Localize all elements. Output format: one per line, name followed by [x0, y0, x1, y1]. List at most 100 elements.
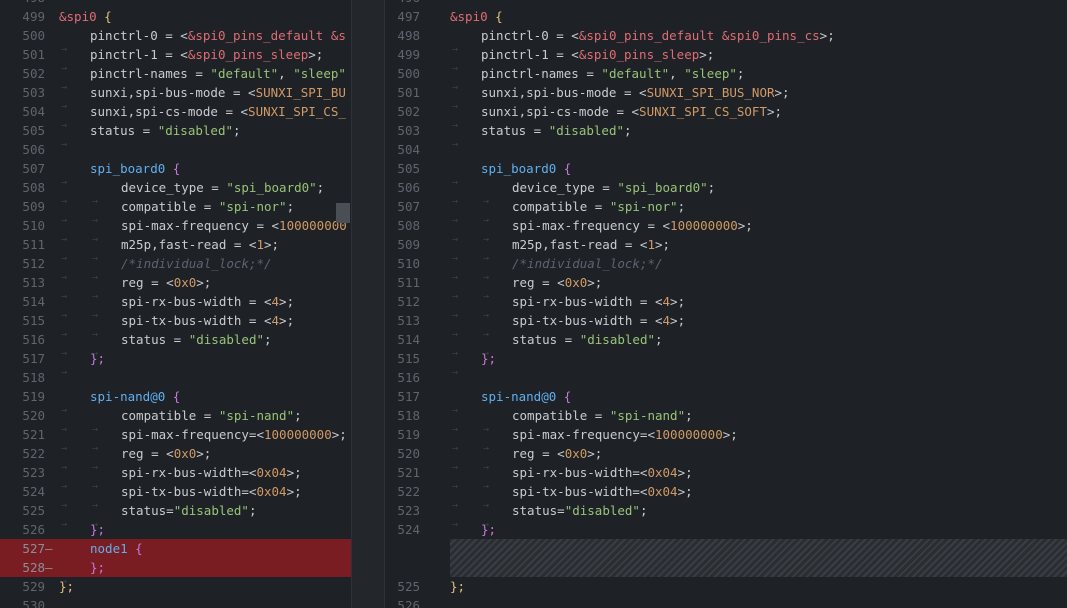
- code-token: /*individual_lock;*/: [121, 256, 272, 271]
- code-text: };: [59, 577, 74, 596]
- line-number: 517: [22, 351, 45, 366]
- code-token: spi-max-frequency = <: [512, 218, 671, 233]
- code-token: };: [90, 351, 106, 366]
- code-token: spi_board0: [481, 161, 557, 176]
- code-token: };: [481, 522, 497, 537]
- code-token: spi-rx-bus-width=<: [512, 465, 648, 480]
- code-token: spi-max-frequency=<: [512, 427, 655, 442]
- code-line: 526: [385, 596, 1067, 608]
- code-token: 0x0: [564, 275, 588, 290]
- code-text: reg = <0x0>;: [450, 273, 603, 306]
- diff-pane-right[interactable]: 496497&spi0 {498pinctrl-0 = <&spi0_pins_…: [385, 0, 1067, 608]
- code-token: 100000000: [264, 427, 332, 442]
- code-token: ;: [264, 332, 272, 347]
- line-number: 502: [397, 104, 420, 119]
- code-token: reg = <: [121, 275, 174, 290]
- code-token: >;: [819, 28, 835, 43]
- code-token: "spi-nand": [218, 408, 295, 423]
- line-number: 525: [22, 503, 45, 518]
- code-token: "disabled": [548, 123, 624, 138]
- code-token: >;: [677, 465, 693, 480]
- line-number: 501: [22, 47, 45, 62]
- code-token: };: [59, 579, 75, 594]
- code-line: 517 spi-nand@0 {: [385, 387, 1067, 420]
- code-token: 100000000: [670, 218, 738, 233]
- code-text: spi-rx-bus-width = <4>;: [59, 292, 294, 325]
- code-line: 521 spi-max-frequency=<100000000>;: [0, 425, 351, 458]
- code-token: 0x04: [647, 465, 678, 480]
- line-number: 525: [397, 579, 420, 594]
- code-text: status = "disabled";: [450, 330, 663, 363]
- line-number: 503: [397, 123, 420, 138]
- code-token: "spi-nor": [609, 199, 678, 214]
- code-token: &spi0: [450, 9, 488, 24]
- code-text: spi-max-frequency = <100000000: [59, 216, 347, 249]
- line-number: 521: [22, 427, 45, 442]
- code-token: 100000000: [655, 427, 723, 442]
- line-number: 504: [22, 104, 45, 119]
- code-token: ,: [669, 66, 685, 81]
- code-line: 498: [0, 0, 351, 7]
- code-token: pinctrl-1 = <: [90, 47, 188, 62]
- code-token: spi-max-frequency = <: [121, 218, 280, 233]
- code-token: status =: [512, 332, 580, 347]
- line-number: 500: [397, 66, 420, 81]
- code-text: spi-rx-bus-width=<0x04>;: [450, 463, 693, 496]
- code-token: "default": [210, 66, 279, 81]
- code-token: >;: [587, 275, 603, 290]
- line-number: 503: [22, 85, 45, 100]
- code-token: >;: [308, 47, 324, 62]
- line-number: 510: [22, 218, 45, 233]
- line-number: 530: [22, 598, 45, 608]
- code-line: 506 device_type = "spi_board0";: [385, 178, 1067, 211]
- code-text: pinctrl-0 = <&spi0_pins_default &spi0_pi…: [450, 26, 835, 59]
- line-number: 514: [397, 332, 420, 347]
- code-text: pinctrl-0 = <&spi0_pins_default &s: [59, 26, 346, 59]
- code-text: spi-tx-bus-width=<0x04>;: [450, 482, 693, 515]
- code-token: >;: [670, 294, 686, 309]
- code-line: 500 pinctrl-names = "default", "sleep";: [385, 64, 1067, 97]
- code-text: status="disabled";: [450, 501, 647, 534]
- code-line: 511 m25p,fast-read = <1>;: [0, 235, 351, 268]
- code-token: {: [563, 161, 572, 176]
- code-text: status = "disabled";: [59, 121, 241, 154]
- code-line: 508 device_type = "spi_board0";: [0, 178, 351, 211]
- code-text: pinctrl-1 = <&spi0_pins_sleep>;: [59, 45, 324, 78]
- code-line: 501 sunxi,spi-bus-mode = <SUNXI_SPI_BUS_N…: [385, 83, 1067, 116]
- diff-pane-left[interactable]: 498499&spi0 {500pinctrl-0 = <&spi0_pins_…: [0, 0, 351, 608]
- code-token: sunxi,spi-bus-mode = <: [481, 85, 647, 100]
- code-line: 519 spi-nand@0 {: [0, 387, 351, 420]
- code-line: 497 &spi0 {: [385, 7, 1067, 26]
- code-token: >;: [331, 427, 347, 442]
- code-text: sunxi,spi-cs-mode = <SUNXI_SPI_CS_: [59, 102, 346, 135]
- code-text: spi-rx-bus-width=<0x04>;: [59, 463, 302, 496]
- line-number: 502: [22, 66, 45, 81]
- line-number: 501: [397, 85, 420, 100]
- scroll-thumb[interactable]: [336, 203, 350, 223]
- code-token: spi-tx-bus-width=<: [512, 484, 648, 499]
- code-token: ;: [248, 503, 257, 518]
- code-token: ;: [233, 123, 241, 138]
- code-token: spi-tx-bus-width = <: [121, 313, 272, 328]
- line-number: 518: [22, 370, 45, 385]
- line-number: 524: [397, 522, 420, 537]
- code-line: 514 status = "disabled";: [385, 330, 1067, 363]
- code-text: &spi0 {: [450, 7, 503, 26]
- code-token: &spi0_pins_default &spi0_pins_cs: [578, 28, 820, 43]
- diff-gap-hatch: [450, 539, 1067, 577]
- code-token: 4: [662, 313, 671, 328]
- code-lines-right: 496497&spi0 {498pinctrl-0 = <&spi0_pins_…: [385, 0, 1067, 608]
- line-number: 518: [397, 408, 420, 423]
- line-number: 519: [22, 389, 45, 404]
- code-token: >;: [655, 237, 671, 252]
- line-number: 523: [22, 465, 45, 480]
- line-number: 509: [22, 199, 45, 214]
- code-token: >;: [699, 47, 715, 62]
- code-token: 1: [647, 237, 655, 252]
- code-token: sunxi,spi-bus-mode = <: [90, 85, 256, 100]
- code-token: spi-rx-bus-width=<: [121, 465, 257, 480]
- code-token: ;: [677, 199, 686, 214]
- code-token: >;: [737, 218, 753, 233]
- code-line: 516: [385, 368, 1067, 387]
